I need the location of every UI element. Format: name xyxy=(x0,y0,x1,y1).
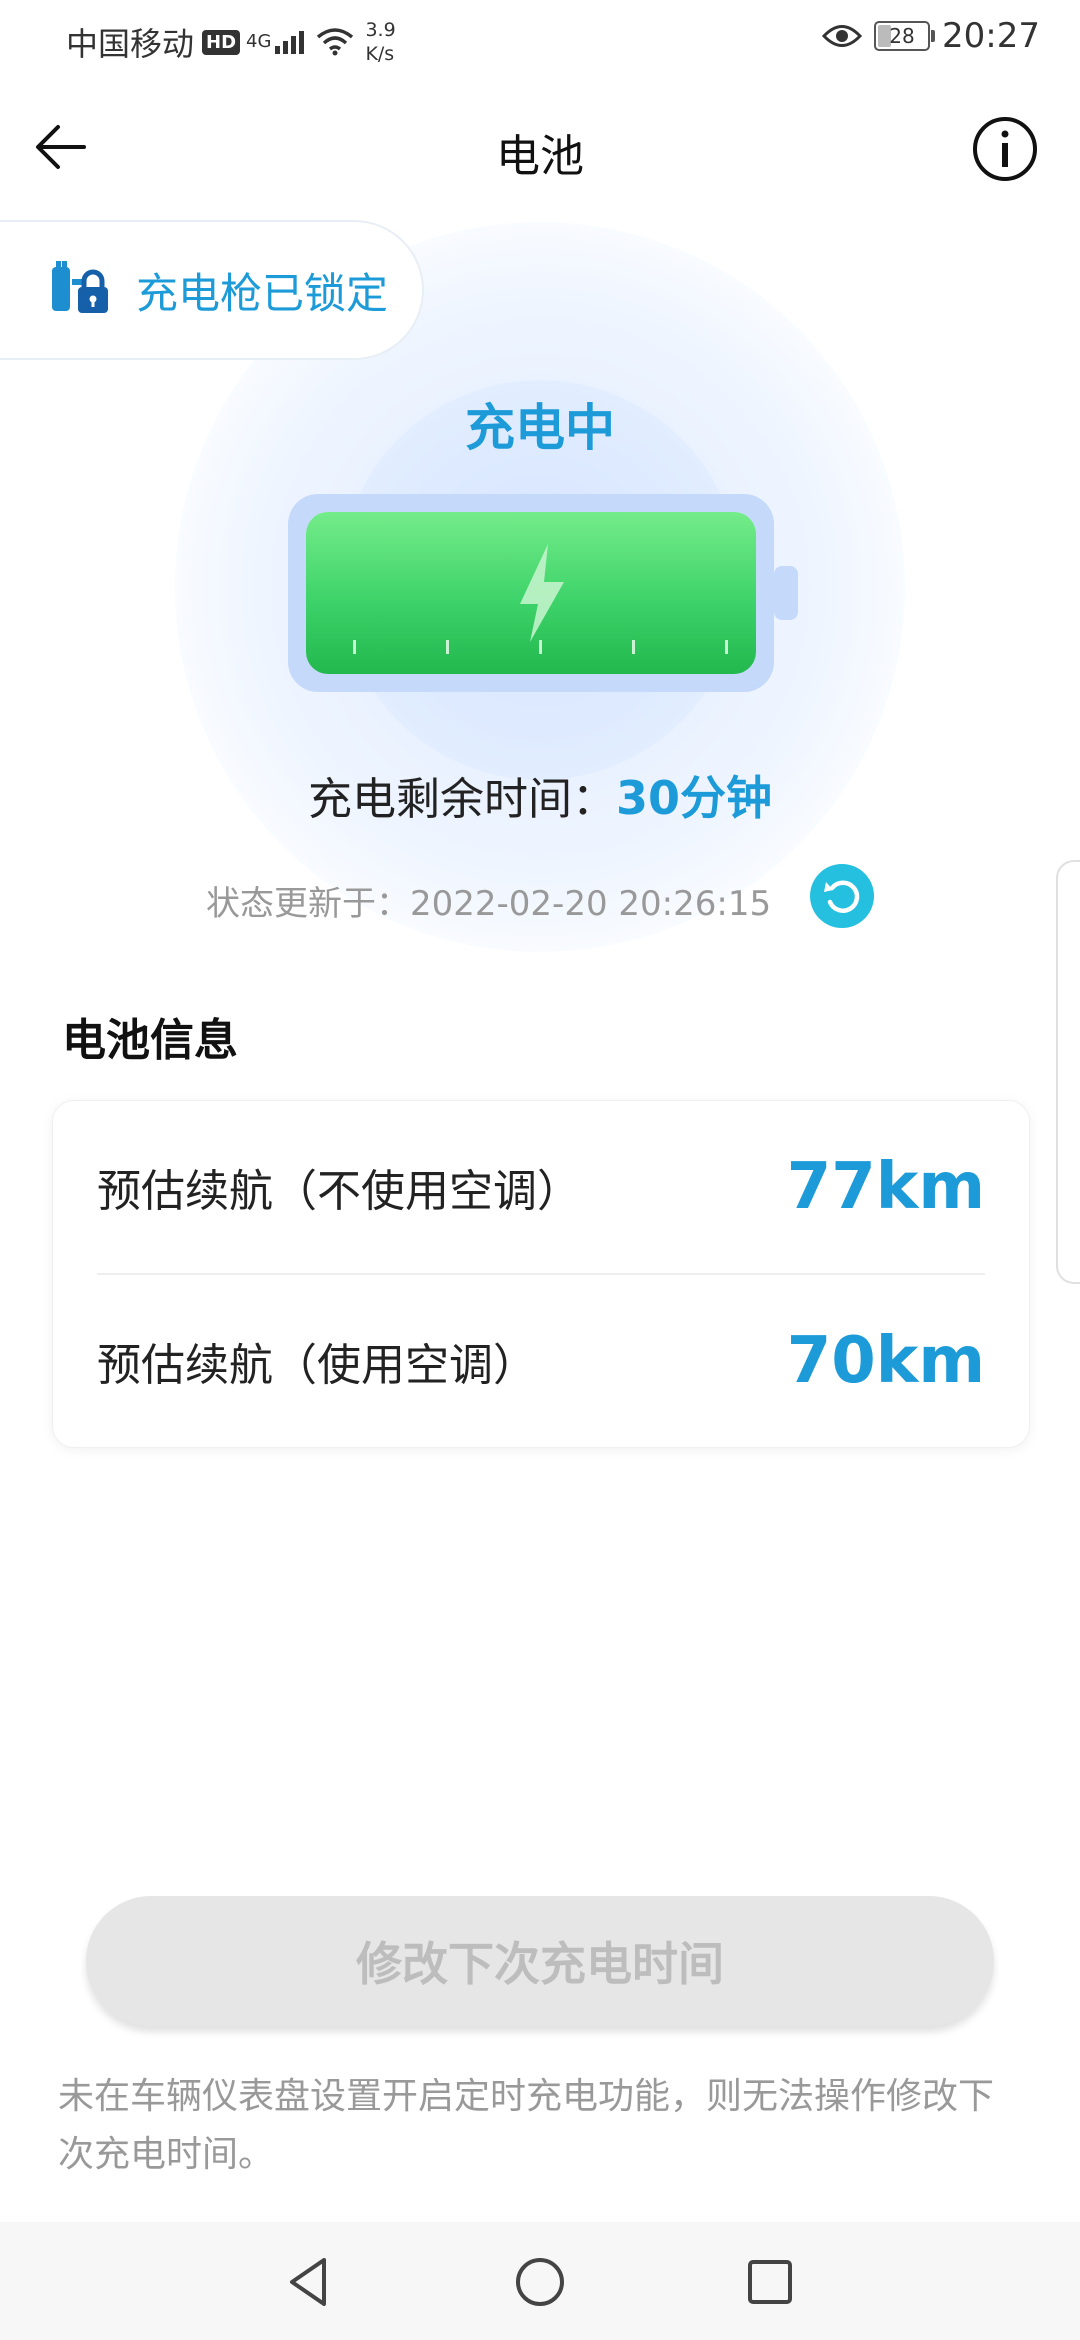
page-title: 电池 xyxy=(496,131,584,182)
carrier-name: 中国移动 xyxy=(66,25,195,63)
updated-time: 2022-02-20 20:26:15 xyxy=(410,884,772,924)
range-label: 预估续航（不使用空调） xyxy=(97,1166,581,1217)
lock-status-text: 充电枪已锁定 xyxy=(136,268,389,318)
net-speed: 3.9 K/s xyxy=(365,18,395,66)
status-battery: 28 xyxy=(874,21,936,51)
modify-next-charge-time-button[interactable]: 修改下次充电时间 xyxy=(86,1896,994,2026)
system-nav-bar xyxy=(0,2222,1080,2340)
updated-label: 状态更新于： xyxy=(206,884,410,924)
range-value: 77km xyxy=(786,1150,985,1224)
network-type: 4G xyxy=(246,31,272,52)
battery-info-title: 电池信息 xyxy=(62,1015,238,1066)
info-icon xyxy=(973,117,1037,181)
status-left: 中国移动 HD 4G 3.9 K/s xyxy=(66,18,396,66)
battery-info-card: 预估续航（不使用空调） 77km 预估续航（使用空调） 70km xyxy=(52,1100,1030,1448)
battery-level: 28 xyxy=(889,24,915,48)
range-row-ac: 预估续航（使用空调） 70km xyxy=(97,1275,985,1447)
battery-graphic xyxy=(288,494,798,692)
circle-home-icon[interactable] xyxy=(510,2252,570,2312)
battery-terminal xyxy=(774,566,798,620)
remaining-label: 充电剩余时间： xyxy=(307,774,616,825)
triangle-back-icon[interactable] xyxy=(280,2252,340,2312)
range-label: 预估续航（使用空调） xyxy=(97,1340,537,1391)
net-speed-value: 3.9 xyxy=(365,19,396,41)
side-drawer-handle[interactable] xyxy=(1056,860,1080,1284)
eye-icon xyxy=(822,25,863,47)
wifi-icon xyxy=(317,28,354,56)
status-bar: 中国移动 HD 4G 3.9 K/s 28 20:27 xyxy=(0,0,1080,80)
charging-gun-lock-status: 充电枪已锁定 xyxy=(0,220,424,360)
remaining-value: 30分钟 xyxy=(615,771,772,825)
info-button[interactable] xyxy=(970,114,1040,184)
status-right: 28 20:27 xyxy=(822,16,1040,56)
signal-icon xyxy=(275,31,305,54)
range-row-no-ac: 预估续航（不使用空调） 77km xyxy=(97,1101,985,1273)
refresh-icon xyxy=(824,880,860,913)
net-speed-unit: K/s xyxy=(365,43,395,65)
charging-gun-lock-icon xyxy=(52,261,108,313)
schedule-hint: 未在车辆仪表盘设置开启定时充电功能，则无法操作修改下次充电时间。 xyxy=(58,2076,995,2175)
clock: 20:27 xyxy=(942,16,1040,56)
range-value: 70km xyxy=(786,1324,985,1398)
charging-state: 充电中 xyxy=(465,399,615,457)
status-updated: 状态更新于：2022-02-20 20:26:15 xyxy=(206,876,771,925)
refresh-button[interactable] xyxy=(810,864,874,928)
square-recent-icon[interactable] xyxy=(740,2252,800,2312)
hd-badge: HD xyxy=(202,29,241,55)
remaining-time: 充电剩余时间：30分钟 xyxy=(0,762,1080,828)
